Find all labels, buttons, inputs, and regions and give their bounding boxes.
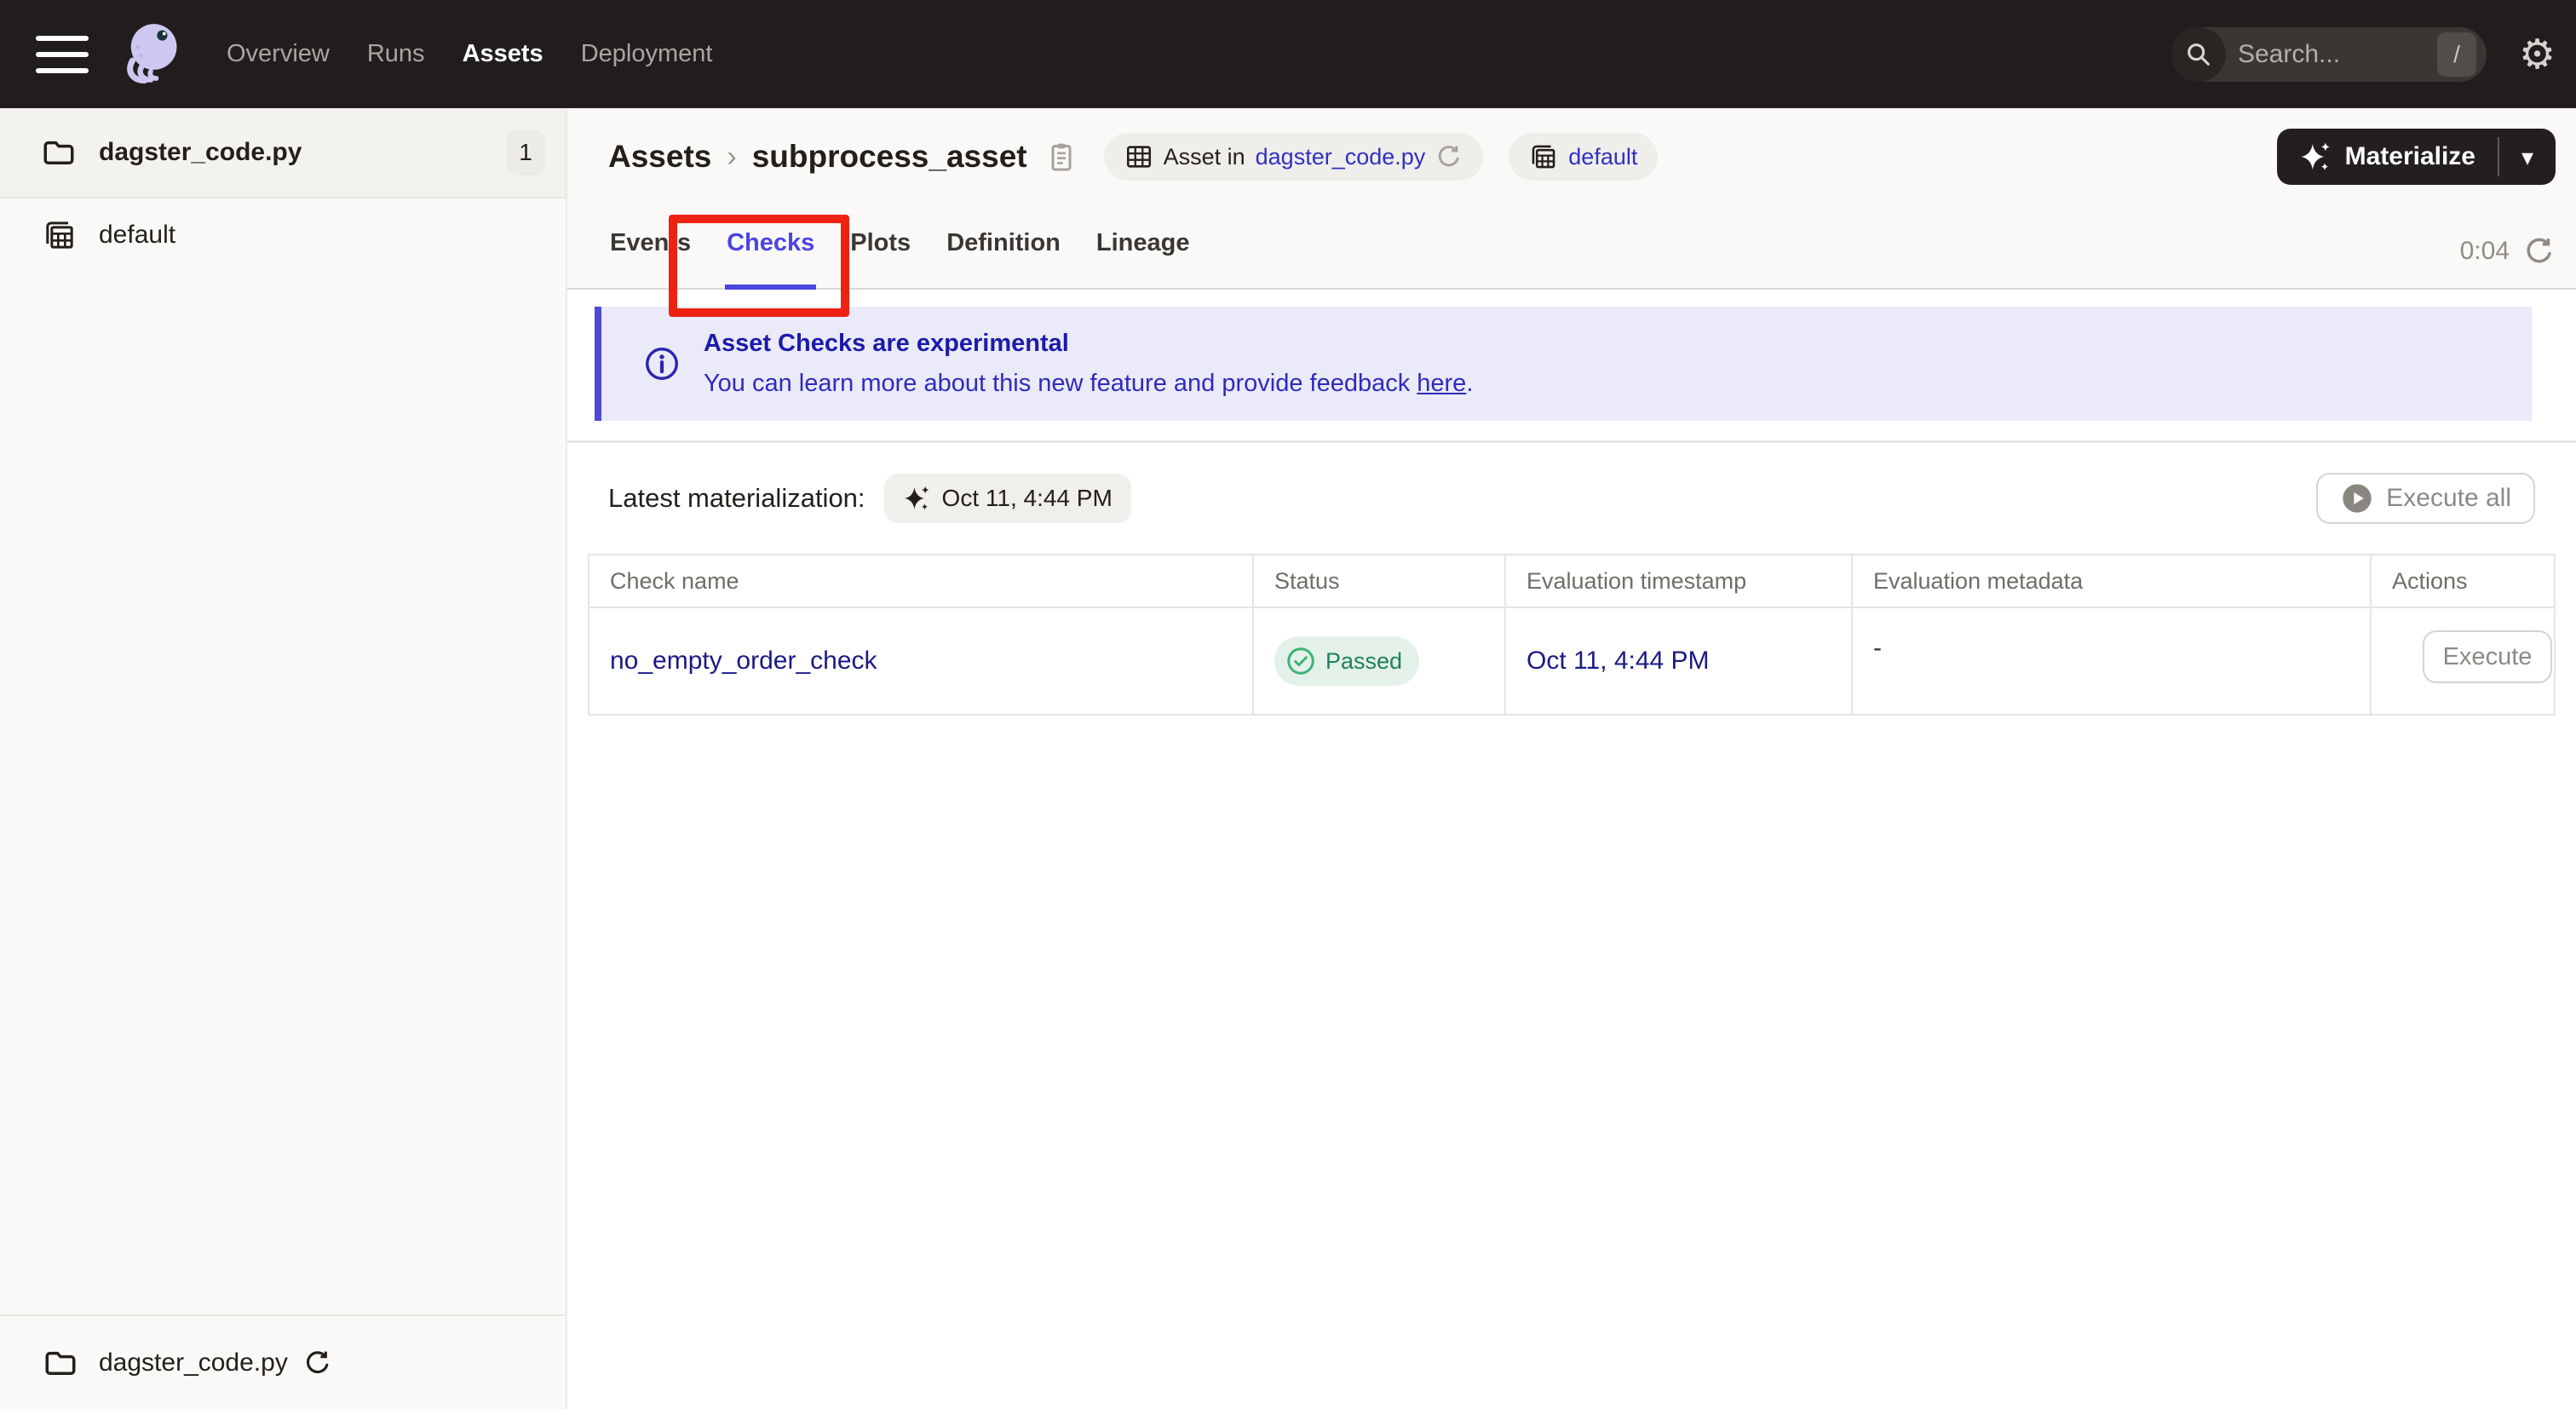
status-label: Passed bbox=[1325, 647, 1403, 674]
search-box[interactable]: / bbox=[2171, 26, 2487, 82]
asset-location-link[interactable]: dagster_code.py bbox=[1256, 144, 1426, 170]
code-location-label: dagster_code.py bbox=[99, 1348, 288, 1377]
tab-lineage[interactable]: Lineage bbox=[1095, 207, 1192, 290]
experimental-banner: Asset Checks are experimental You can le… bbox=[595, 307, 2532, 421]
refresh-timer: 0:04 bbox=[2459, 237, 2510, 265]
folder-icon bbox=[43, 1345, 78, 1381]
sparkle-icon bbox=[903, 484, 932, 513]
asset-group-link[interactable]: default bbox=[1568, 144, 1637, 170]
code-location-footer[interactable]: dagster_code.py bbox=[0, 1314, 566, 1409]
status-badge: Passed bbox=[1274, 636, 1420, 686]
asset-location-prefix: Asset in bbox=[1163, 143, 1245, 170]
check-circle-icon bbox=[1285, 645, 1317, 677]
check-name-link[interactable]: no_empty_order_check bbox=[610, 647, 877, 676]
table-grid-icon bbox=[1124, 142, 1153, 171]
reload-location-icon[interactable] bbox=[303, 1349, 332, 1377]
folder-icon bbox=[41, 135, 77, 170]
asset-tabs: Events Checks Plots Definition Lineage 0… bbox=[567, 207, 2576, 290]
asset-groups-sidebar: dagster_code.py 1 default dagster_code.p… bbox=[0, 108, 567, 1409]
copy-clipboard-icon[interactable] bbox=[1044, 140, 1078, 174]
settings-gear-icon[interactable]: ⚙ bbox=[2519, 34, 2556, 75]
latest-materialization-label: Latest materialization: bbox=[608, 483, 865, 513]
refresh-icon[interactable] bbox=[2523, 235, 2556, 267]
checks-toolbar: Latest materialization: Oct 11, 4:44 PM bbox=[567, 443, 2576, 554]
column-header-check-name: Check name bbox=[589, 555, 1254, 607]
nav-item-assets[interactable]: Assets bbox=[463, 40, 543, 68]
asset-detail-main: Assets › subprocess_asset Asset in dagst… bbox=[567, 108, 2576, 1409]
nav-item-deployment[interactable]: Deployment bbox=[581, 40, 713, 68]
evaluation-timestamp-link[interactable]: Oct 11, 4:44 PM bbox=[1527, 647, 1710, 676]
table-row: no_empty_order_check Passed Oct 11, 4:44… bbox=[589, 607, 2554, 716]
tab-events[interactable]: Events bbox=[608, 207, 693, 290]
primary-nav: Overview Runs Assets Deployment bbox=[227, 40, 712, 68]
execute-all-button[interactable]: Execute all bbox=[2316, 473, 2535, 524]
banner-body-suffix: . bbox=[1466, 370, 1474, 397]
asset-group-pill[interactable]: default bbox=[1509, 133, 1659, 181]
column-header-evaluation-timestamp: Evaluation timestamp bbox=[1506, 555, 1853, 607]
sidebar-item-dagster-code[interactable]: dagster_code.py 1 bbox=[0, 108, 566, 198]
info-icon bbox=[642, 344, 681, 383]
search-input[interactable] bbox=[2225, 39, 2437, 69]
dagster-logo-icon[interactable] bbox=[114, 18, 187, 91]
tab-plots[interactable]: Plots bbox=[848, 207, 912, 290]
breadcrumb-chevron-icon: › bbox=[727, 140, 737, 173]
column-header-evaluation-metadata: Evaluation metadata bbox=[1853, 555, 2372, 607]
materialize-button[interactable]: Materialize bbox=[2277, 129, 2498, 185]
top-nav: Overview Runs Assets Deployment / ⚙ bbox=[0, 0, 2576, 108]
checks-table: Check name Status Evaluation timestamp E… bbox=[588, 554, 2556, 716]
search-icon bbox=[2171, 26, 2226, 82]
nav-item-overview[interactable]: Overview bbox=[227, 40, 330, 68]
materialize-dropdown-caret[interactable]: ▾ bbox=[2499, 129, 2556, 185]
sidebar-item-label: default bbox=[99, 221, 176, 249]
execute-check-button[interactable]: Execute bbox=[2423, 630, 2552, 683]
tab-definition[interactable]: Definition bbox=[945, 207, 1062, 290]
table-header-row: Check name Status Evaluation timestamp E… bbox=[589, 555, 2554, 607]
materialize-split-button: Materialize ▾ bbox=[2276, 129, 2556, 185]
page-title-asset-name: subprocess_asset bbox=[751, 139, 1027, 174]
asset-count-badge: 1 bbox=[506, 129, 545, 175]
tab-checks[interactable]: Checks bbox=[725, 207, 817, 290]
column-header-actions: Actions bbox=[2392, 567, 2468, 594]
asset-location-pill[interactable]: Asset in dagster_code.py bbox=[1103, 133, 1484, 181]
banner-title: Asset Checks are experimental bbox=[704, 330, 1069, 357]
latest-materialization-value: Oct 11, 4:44 PM bbox=[941, 485, 1113, 511]
latest-materialization-pill[interactable]: Oct 11, 4:44 PM bbox=[883, 474, 1131, 523]
asset-page-header: Assets › subprocess_asset Asset in dagst… bbox=[567, 108, 2576, 290]
nav-item-runs[interactable]: Runs bbox=[367, 40, 425, 68]
asset-group-icon bbox=[43, 218, 77, 252]
sidebar-item-label: dagster_code.py bbox=[99, 138, 302, 166]
asset-group-icon bbox=[1529, 142, 1558, 171]
sidebar-item-default-group[interactable]: default bbox=[0, 198, 566, 272]
sparkle-icon bbox=[2299, 140, 2333, 174]
breadcrumb-assets[interactable]: Assets bbox=[608, 139, 711, 175]
materialize-label: Materialize bbox=[2344, 142, 2475, 170]
play-circle-icon bbox=[2340, 481, 2374, 515]
banner-body: You can learn more about this new featur… bbox=[704, 370, 1473, 398]
menu-hamburger-icon[interactable] bbox=[36, 35, 89, 73]
feedback-link[interactable]: here bbox=[1417, 370, 1466, 397]
evaluation-metadata-value: - bbox=[1853, 608, 2372, 714]
execute-all-label: Execute all bbox=[2386, 484, 2511, 512]
search-shortcut-badge: / bbox=[2436, 32, 2476, 77]
banner-body-text: You can learn more about this new featur… bbox=[704, 370, 1417, 397]
refresh-icon[interactable] bbox=[1435, 143, 1463, 170]
column-header-status: Status bbox=[1254, 555, 1506, 607]
